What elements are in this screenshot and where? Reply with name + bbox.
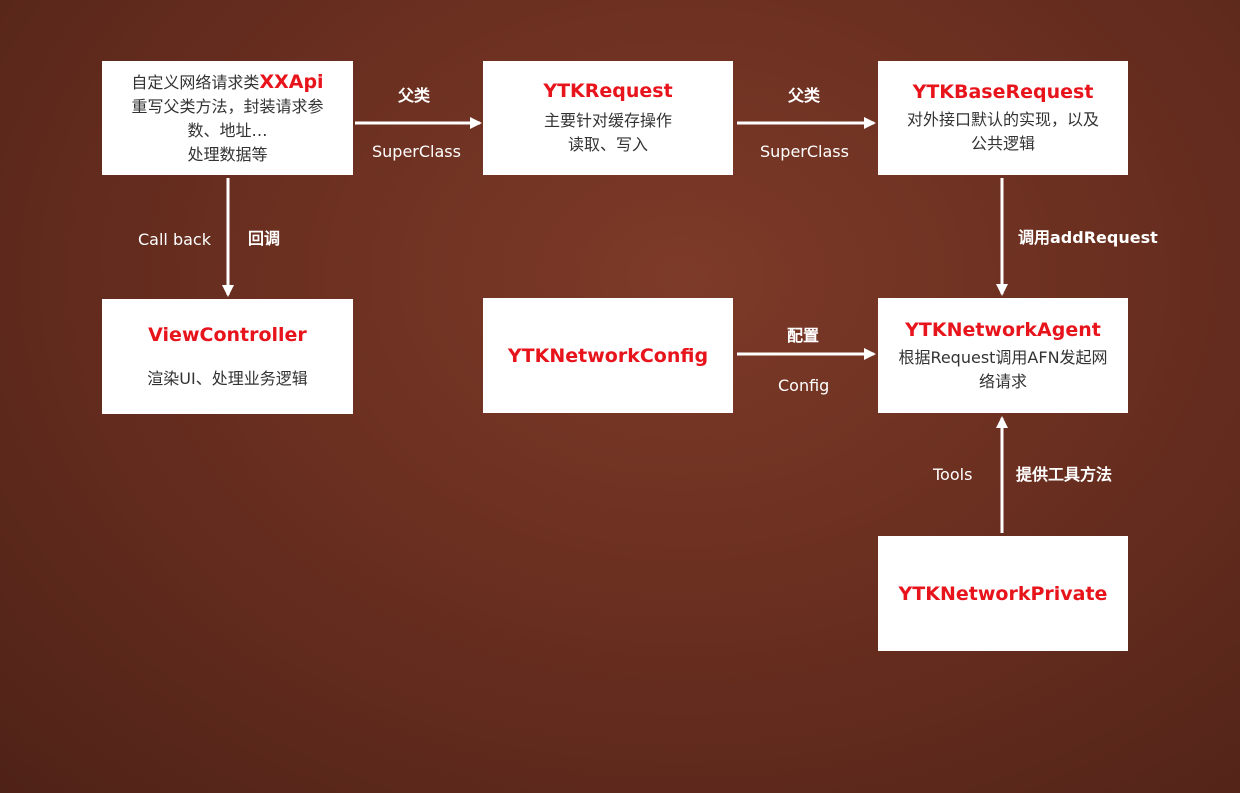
label-xxapi-request-bottom: SuperClass [372, 142, 461, 161]
label-xxapi-request-top: 父类 [398, 86, 431, 105]
ytknetworkagent-line1: 根据Request调用AFN发起网 [898, 347, 1108, 367]
viewcontroller-line1: 渲染UI、处理业务逻辑 [147, 368, 308, 388]
ytkbaserequest-line2: 公共逻辑 [970, 134, 1035, 153]
viewcontroller-title: ViewController [148, 323, 307, 346]
box-xxapi: 自定义网络请求类XXApi 重写父类方法，封装请求参 数、地址… 处理数据等 [102, 61, 353, 175]
box-ytknetworkconfig: YTKNetworkConfig [483, 298, 733, 413]
ytkbaserequest-title: YTKBaseRequest [912, 81, 1094, 103]
label-xxapi-vc-left: Call back [138, 230, 211, 249]
label-private-agent-right: 提供工具方法 [1016, 465, 1113, 484]
ytkrequest-title: YTKRequest [543, 80, 673, 102]
label-base-agent: 调用addRequest [1018, 228, 1158, 247]
label-xxapi-vc-right: 回调 [248, 229, 281, 248]
ytknetworkconfig-title: YTKNetworkConfig [507, 344, 709, 367]
box-ytknetworkagent: YTKNetworkAgent 根据Request调用AFN发起网 络请求 [878, 298, 1128, 413]
box-ytknetworkprivate: YTKNetworkPrivate [878, 536, 1128, 651]
label-request-base-bottom: SuperClass [760, 142, 849, 161]
xxapi-line3: 数、地址… [187, 120, 268, 140]
ytknetworkagent-title: YTKNetworkAgent [905, 318, 1101, 341]
xxapi-line2: 重写父类方法，封装请求参 [131, 96, 324, 116]
xxapi-accent: XXApi [259, 70, 324, 93]
label-private-agent-left: Tools [933, 465, 973, 484]
box-viewcontroller: ViewController 渲染UI、处理业务逻辑 [102, 299, 353, 414]
box-ytkrequest: YTKRequest 主要针对缓存操作 读取、写入 [483, 61, 733, 175]
label-config-agent-top: 配置 [787, 326, 820, 345]
ytkbaserequest-line1: 对外接口默认的实现，以及 [906, 110, 1099, 129]
ytkrequest-line2: 读取、写入 [567, 135, 648, 154]
xxapi-line1: 自定义网络请求类XXApi [131, 70, 323, 95]
ytknetworkprivate-title: YTKNetworkPrivate [898, 582, 1108, 605]
box-ytkbaserequest: YTKBaseRequest 对外接口默认的实现，以及 公共逻辑 [878, 61, 1128, 175]
ytknetworkagent-line2: 络请求 [978, 371, 1027, 391]
label-request-base-top: 父类 [788, 86, 821, 105]
label-config-agent-bottom: Config [778, 376, 830, 395]
xxapi-line4: 处理数据等 [187, 144, 268, 164]
ytkrequest-line1: 主要针对缓存操作 [543, 111, 672, 130]
xxapi-line1-prefix: 自定义网络请求类 [131, 72, 260, 92]
